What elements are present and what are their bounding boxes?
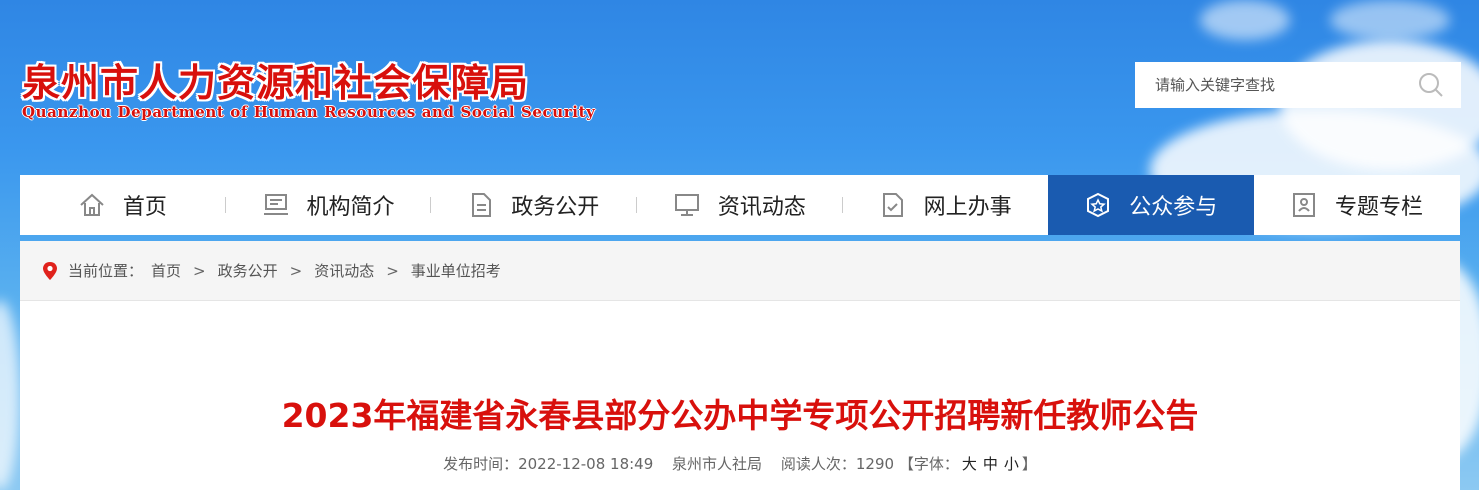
cloud — [0, 300, 20, 490]
search-icon — [1419, 73, 1443, 97]
nav-item-public-participation[interactable]: 公众参与 — [1048, 175, 1255, 235]
organization-icon — [263, 192, 289, 218]
breadcrumb-item-home[interactable]: 首页 — [151, 260, 181, 281]
cloud — [1200, 0, 1290, 40]
monitor-icon — [674, 192, 700, 218]
publish-label: 发布时间： — [443, 455, 519, 473]
font-size-open: 【字体： — [898, 455, 959, 473]
article-title: 2023年福建省永春县部分公办中学专项公开招聘新任教师公告 — [281, 396, 1199, 435]
breadcrumb-item-government-affairs[interactable]: 政务公开 — [218, 260, 278, 281]
site-logo-title[interactable]: 泉州市人力资源和社会保障局 — [22, 52, 529, 107]
badge-star-icon — [1085, 192, 1111, 218]
font-size-close: 】 — [1021, 455, 1037, 473]
form-icon — [880, 192, 906, 218]
nav-label: 机构简介 — [306, 195, 395, 220]
font-size-small[interactable]: 小 — [1004, 455, 1019, 473]
main-nav: 首页 机构简介 政务公开 资讯动态 网上办事 公众参与 专题专栏 — [20, 175, 1460, 235]
nav-label: 政务公开 — [511, 195, 600, 220]
article-source: 泉州市人社局 — [672, 455, 763, 473]
breadcrumb-separator: > — [386, 261, 399, 280]
location-pin-icon — [42, 261, 58, 281]
nav-item-special-topics[interactable]: 专题专栏 — [1254, 175, 1460, 235]
breadcrumb-prefix: 当前位置： — [68, 262, 144, 280]
font-size-large[interactable]: 大 — [962, 455, 977, 473]
views-label: 阅读人次： — [780, 455, 856, 473]
document-icon — [469, 192, 493, 218]
nav-label: 网上办事 — [923, 195, 1012, 220]
breadcrumb-separator: > — [289, 261, 303, 280]
nav-item-online-services[interactable]: 网上办事 — [843, 175, 1049, 235]
breadcrumb-item-recruitment[interactable]: 事业单位招考 — [411, 260, 501, 281]
search-input[interactable] — [1135, 62, 1419, 108]
article-meta: 发布时间：2022-12-08 18:49 泉州市人社局 阅读人次：1290 【… — [20, 453, 1460, 474]
nav-label: 公众参与 — [1129, 195, 1218, 220]
profile-icon — [1291, 192, 1317, 218]
breadcrumb-item-news[interactable]: 资讯动态 — [314, 260, 374, 281]
publish-time: 2022-12-08 18:49 — [518, 455, 654, 473]
nav-item-government-affairs[interactable]: 政务公开 — [431, 175, 638, 235]
search-box — [1135, 62, 1461, 108]
breadcrumb-separator: > — [193, 261, 206, 280]
nav-item-news[interactable]: 资讯动态 — [637, 175, 843, 235]
cloud — [1330, 0, 1450, 40]
views-count: 1290 — [855, 455, 895, 473]
nav-label: 专题专栏 — [1334, 195, 1423, 220]
font-size-medium[interactable]: 中 — [983, 455, 998, 473]
nav-label: 首页 — [122, 195, 167, 220]
search-button[interactable] — [1401, 62, 1461, 108]
breadcrumb: 当前位置： 首页 > 政务公开 > 资讯动态 > 事业单位招考 — [20, 241, 1460, 301]
nav-label: 资讯动态 — [717, 195, 806, 220]
article-panel: 2023年福建省永春县部分公办中学专项公开招聘新任教师公告 发布时间：2022-… — [20, 301, 1460, 490]
nav-item-organization[interactable]: 机构简介 — [226, 175, 432, 235]
home-icon — [79, 192, 105, 218]
nav-item-home[interactable]: 首页 — [20, 175, 226, 235]
site-logo-subtitle: Quanzhou Department of Human Resources a… — [22, 103, 596, 121]
